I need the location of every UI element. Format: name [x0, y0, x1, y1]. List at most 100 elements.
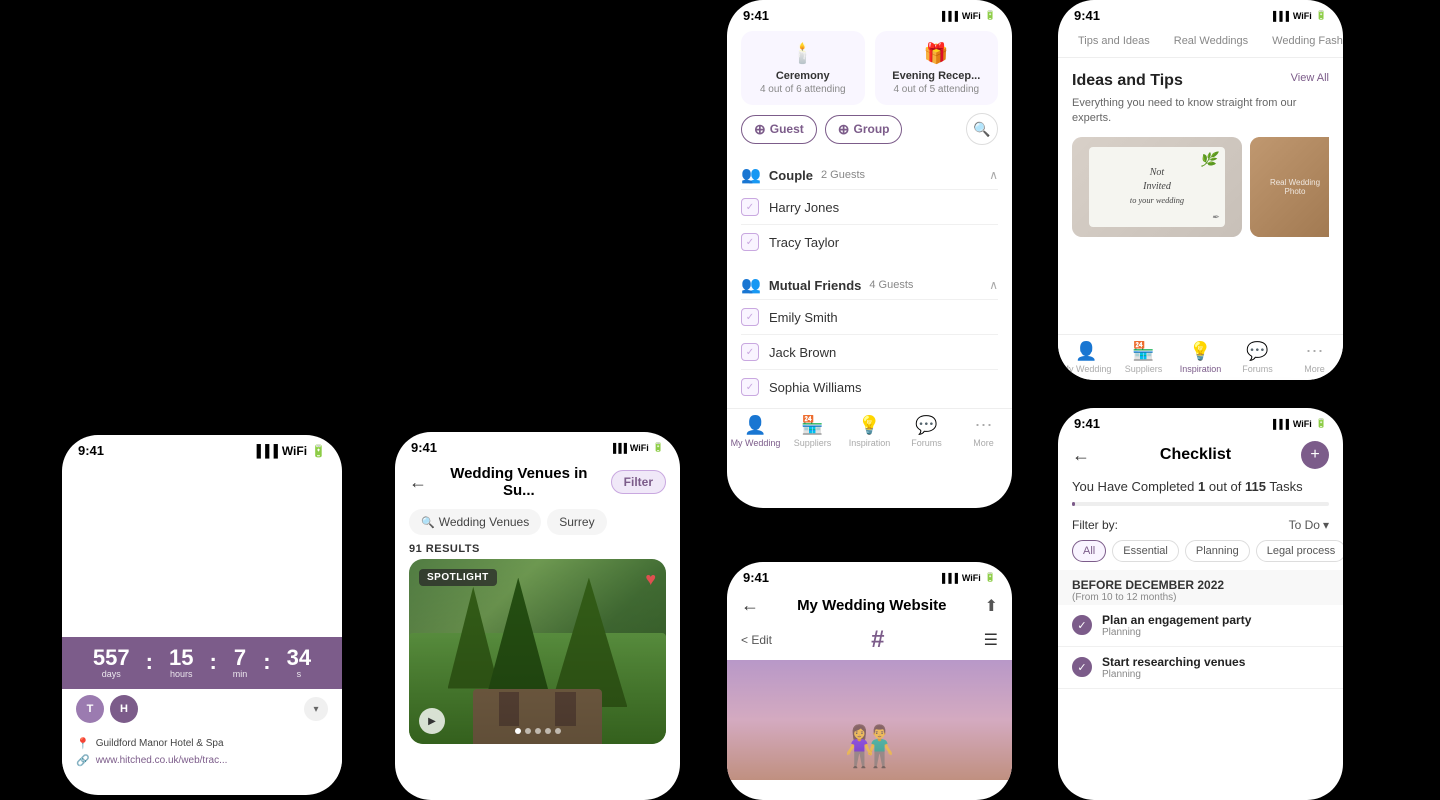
mutual-friends-header: 👥 Mutual Friends 4 Guests ∧ — [741, 267, 998, 299]
venues-task-category: Planning — [1102, 669, 1245, 680]
checklist-item-engagement[interactable]: ✓ Plan an engagement party Planning — [1058, 605, 1343, 647]
checklist-item-venues[interactable]: ✓ Start researching venues Planning — [1058, 647, 1343, 689]
reception-name: Evening Recep... — [885, 70, 989, 82]
article-cards: 🌿 NotInvitedto your wedding ✒ Real Weddi… — [1072, 137, 1329, 237]
venue-card[interactable]: SPOTLIGHT ♥ ▶ — [409, 559, 666, 744]
ceremony-card[interactable]: 🕯️ Ceremony 4 out of 6 attending — [741, 31, 865, 105]
nav-forums-3[interactable]: 💬 Forums — [898, 415, 955, 448]
phone-checklist: 9:41 ▐▐▐ WiFi 🔋 ← Checklist + You Have C… — [1058, 408, 1343, 800]
reception-card[interactable]: 🎁 Evening Recep... 4 out of 5 attending — [875, 31, 999, 105]
article-card-real-weddings[interactable]: Real WeddingPhoto — [1250, 137, 1329, 237]
check-engagement[interactable]: ✓ — [1072, 615, 1092, 635]
nav-inspiration-5[interactable]: 💡 Inspiration — [1172, 341, 1229, 374]
more-label: More — [973, 438, 994, 448]
mutual-friends-name: Mutual Friends — [769, 278, 861, 293]
ideas-section: Ideas and Tips View All Everything you n… — [1058, 58, 1343, 245]
article-card-invitation[interactable]: 🌿 NotInvitedto your wedding ✒ — [1072, 137, 1242, 237]
nav-inspiration-3[interactable]: 💡 Inspiration — [841, 415, 898, 448]
back-button-6[interactable]: ← — [1072, 445, 1090, 466]
dot-4 — [545, 728, 551, 734]
search-category-pill[interactable]: 🔍 Wedding Venues — [409, 509, 541, 535]
share-icon[interactable]: ⬆ — [985, 596, 998, 616]
tracy-taylor-name: Tracy Taylor — [769, 235, 839, 250]
phone-inspiration: 9:41 ▐▐▐ WiFi 🔋 Tips and Ideas Real Wedd… — [1058, 0, 1343, 380]
guest-emily-smith[interactable]: ✓ Emily Smith — [741, 299, 998, 334]
status-time-3: 9:41 — [743, 8, 769, 23]
back-button-4[interactable]: ← — [741, 595, 759, 616]
check-mark-engagement: ✓ — [1077, 619, 1086, 632]
nav-more-3[interactable]: ⋯ More — [955, 415, 1012, 448]
status-bar-3: 9:41 ▐▐▐ WiFi 🔋 — [727, 0, 1012, 27]
filter-dropdown[interactable]: To Do ▾ — [1289, 518, 1329, 532]
ceremony-name: Ceremony — [751, 70, 855, 82]
chip-all[interactable]: All — [1072, 540, 1106, 562]
menu-icon[interactable]: ☰ — [984, 630, 998, 650]
tab-real-weddings[interactable]: Real Weddings — [1164, 27, 1258, 57]
favorite-icon[interactable]: ♥ — [645, 569, 656, 590]
more-label-5: More — [1304, 364, 1325, 374]
real-weddings-text: Real WeddingPhoto — [1270, 178, 1320, 196]
nav-forums-5[interactable]: 💬 Forums — [1229, 341, 1286, 374]
status-time-5: 9:41 — [1074, 8, 1100, 23]
filter-chips: All Essential Planning Legal process — [1058, 536, 1343, 570]
sophia-checkbox[interactable]: ✓ — [741, 378, 759, 396]
checklist-title: Checklist — [1100, 446, 1291, 464]
countdown-bar: 557 days : 15 hours : 7 min : 34 s — [62, 637, 342, 689]
status-bar-2: 9:41 ▐▐▐ WiFi 🔋 — [395, 432, 680, 459]
website-url[interactable]: www.hitched.co.uk/web/trac... — [96, 755, 228, 766]
plus-icon: ⊕ — [754, 121, 766, 138]
nav-my-wedding-3[interactable]: 👤 My Wedding — [727, 415, 784, 448]
check-venues[interactable]: ✓ — [1072, 657, 1092, 677]
add-group-label: Group — [853, 122, 889, 136]
bottom-nav-5: 👤 My Wedding 🏪 Suppliers 💡 Inspiration 💬… — [1058, 334, 1343, 380]
nav-suppliers-3[interactable]: 🏪 Suppliers — [784, 415, 841, 448]
status-time-4: 9:41 — [743, 570, 769, 585]
harry-checkbox[interactable]: ✓ — [741, 198, 759, 216]
website-header: ← My Wedding Website ⬆ — [727, 589, 1012, 622]
chip-planning[interactable]: Planning — [1185, 540, 1250, 562]
progress-fill — [1072, 502, 1075, 506]
tab-wedding-fashion[interactable]: Wedding Fashion — [1262, 27, 1343, 57]
chip-legal[interactable]: Legal process — [1256, 540, 1343, 562]
signal-icon-3: ▐▐▐ — [939, 11, 958, 21]
venue-row: 📍 Guildford Manor Hotel & Spa — [76, 737, 328, 750]
guest-sophia-williams[interactable]: ✓ Sophia Williams — [741, 369, 998, 404]
suppliers-icon: 🏪 — [801, 415, 823, 436]
couple-chevron-icon[interactable]: ∧ — [989, 168, 998, 182]
add-group-button[interactable]: ⊕ Group — [825, 115, 903, 144]
chip-essential[interactable]: Essential — [1112, 540, 1179, 562]
add-guest-button[interactable]: ⊕ Guest — [741, 115, 817, 144]
play-button[interactable]: ▶ — [419, 708, 445, 734]
dot-5 — [555, 728, 561, 734]
chevron-down-icon[interactable]: ▾ — [304, 697, 328, 721]
edit-button[interactable]: < Edit — [741, 633, 772, 647]
nav-suppliers-5[interactable]: 🏪 Suppliers — [1115, 341, 1172, 374]
jack-checkbox[interactable]: ✓ — [741, 343, 759, 361]
search-row: 🔍 Wedding Venues Surrey — [395, 505, 680, 539]
emily-checkbox[interactable]: ✓ — [741, 308, 759, 326]
tracy-checkbox[interactable]: ✓ — [741, 233, 759, 251]
add-task-button[interactable]: + — [1301, 441, 1329, 469]
search-location-pill[interactable]: Surrey — [547, 509, 606, 535]
view-all-link[interactable]: View All — [1291, 72, 1329, 84]
nav-my-wedding-5[interactable]: 👤 My Wedding — [1058, 341, 1115, 374]
back-button[interactable]: ← — [409, 472, 427, 493]
countdown-hours: 15 hours — [169, 647, 193, 679]
mutual-friends-section: 👥 Mutual Friends 4 Guests ∧ ✓ Emily Smit… — [727, 263, 1012, 408]
inspiration-icon: 💡 — [858, 415, 880, 436]
footer-info: 📍 Guildford Manor Hotel & Spa 🔗 www.hitc… — [62, 729, 342, 779]
mutual-chevron-icon[interactable]: ∧ — [989, 278, 998, 292]
filter-button[interactable]: Filter — [611, 470, 666, 494]
guest-tracy-taylor[interactable]: ✓ Tracy Taylor — [741, 224, 998, 259]
dot-3 — [535, 728, 541, 734]
guest-harry-jones[interactable]: ✓ Harry Jones — [741, 189, 998, 224]
inspiration-icon-5: 💡 — [1189, 341, 1211, 362]
status-icons-5: ▐▐▐ WiFi 🔋 — [1270, 10, 1327, 21]
mutual-icon: 👥 — [741, 275, 761, 295]
tab-tips-ideas[interactable]: Tips and Ideas — [1068, 27, 1160, 57]
nav-more-5[interactable]: ⋯ More — [1286, 341, 1343, 374]
venue-nav-bar: ← Wedding Venues in Su... Filter — [395, 459, 680, 505]
search-guests-button[interactable]: 🔍 — [966, 113, 998, 145]
my-wedding-label: My Wedding — [731, 438, 781, 448]
guest-jack-brown[interactable]: ✓ Jack Brown — [741, 334, 998, 369]
